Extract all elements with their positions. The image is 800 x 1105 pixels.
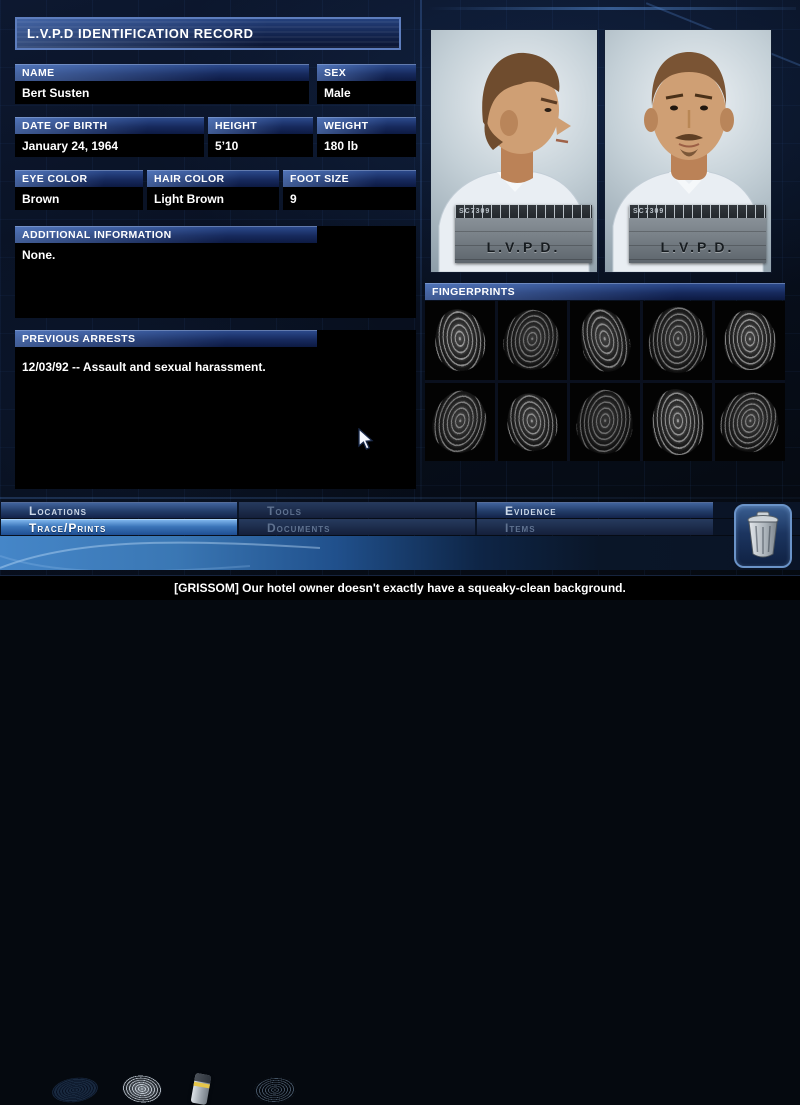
fingerprint-image: [427, 386, 493, 458]
eye-color-label: EYE COLOR: [15, 170, 143, 187]
tab-trace-prints[interactable]: Trace/Prints: [1, 519, 237, 535]
placard-ruler: SC7309: [629, 205, 766, 218]
additional-info-value: None.: [22, 248, 409, 262]
fingerprint-9: [643, 383, 713, 462]
eye-color-value: Brown: [15, 187, 143, 210]
fingerprint-image: [649, 387, 705, 456]
fingerprint-2: [498, 301, 568, 380]
evidence-item-fingerprint-faint[interactable]: [254, 1077, 296, 1103]
fingerprint-1: [425, 301, 495, 380]
mugshot-profile: SC7309 L.V.P.D.: [431, 30, 597, 272]
placard-ruler: SC7309: [455, 205, 592, 218]
evidence-tray: [0, 536, 800, 570]
name-value: Bert Susten: [15, 81, 309, 104]
tray-swoosh-decoration: [0, 536, 340, 570]
record-title: L.V.P.D IDENTIFICATION RECORD: [15, 17, 401, 50]
record-title-text: L.V.P.D IDENTIFICATION RECORD: [27, 26, 254, 41]
fingerprint-image: [715, 386, 785, 458]
evidence-item-lighter[interactable]: [193, 1074, 209, 1104]
fingerprint-image: [574, 387, 636, 457]
sex-value: Male: [317, 81, 416, 104]
fingerprint-image: [503, 389, 562, 455]
fingerprint-image: [723, 309, 777, 371]
fingerprint-4: [643, 301, 713, 380]
fingerprint-7: [498, 383, 568, 462]
previous-arrests-value: 12/03/92 -- Assault and sexual harassmen…: [22, 360, 409, 374]
mugshot-placard: SC7309 L.V.P.D.: [629, 205, 766, 263]
date-of-birth-label: DATE OF BIRTH: [15, 117, 204, 134]
foot-size-label: FOOT SIZE: [283, 170, 416, 187]
trash-can-icon: [739, 510, 787, 562]
tab-locations[interactable]: Locations: [1, 502, 237, 518]
mugshot-placard: SC7309 L.V.P.D.: [455, 205, 592, 263]
lighter-icon: [191, 1073, 212, 1105]
nav-row-2: Trace/Prints Documents Items: [0, 519, 800, 535]
fingerprint-grid: [425, 301, 785, 461]
fingerprint-light-icon: [121, 1073, 164, 1105]
additional-info-field: ADDITIONAL INFORMATION None.: [15, 226, 416, 318]
height-label: HEIGHT: [208, 117, 313, 134]
nav-row-1: Locations Tools Evidence: [0, 502, 800, 518]
placard-text: L.V.P.D.: [455, 239, 592, 255]
fingerprint-3: [570, 301, 640, 380]
previous-arrests-field: PREVIOUS ARRESTS 12/03/92 -- Assault and…: [15, 330, 416, 489]
evidence-item-fingerprint-smudge[interactable]: [52, 1078, 98, 1102]
fingerprint-image: [646, 305, 708, 375]
fingerprint-5: [715, 301, 785, 380]
date-of-birth-value: January 24, 1964: [15, 134, 204, 157]
hair-color-label: HAIR COLOR: [147, 170, 279, 187]
additional-info-label: ADDITIONAL INFORMATION: [15, 226, 317, 243]
evidence-item-fingerprint-light[interactable]: [122, 1075, 162, 1103]
fingerprint-faint-icon: [253, 1076, 297, 1105]
name-label: NAME: [15, 64, 309, 81]
placard-text: L.V.P.D.: [629, 239, 766, 255]
mugshot-front: SC7309 L.V.P.D.: [605, 30, 771, 272]
placard-serial: SC7309: [633, 208, 664, 215]
placard-serial: SC7309: [459, 208, 490, 215]
weight-label: WEIGHT: [317, 117, 416, 134]
fingerprints-label: FINGERPRINTS: [425, 283, 785, 300]
fingerprint-10: [715, 383, 785, 462]
fingerprint-smudge-icon: [51, 1075, 100, 1105]
weight-value: 180 lb: [317, 134, 416, 157]
hair-color-value: Light Brown: [147, 187, 279, 210]
fingerprint-image: [432, 307, 488, 374]
tab-documents[interactable]: Documents: [239, 519, 475, 535]
tab-items[interactable]: Items: [477, 519, 713, 535]
status-text: [GRISSOM] Our hotel owner doesn't exactl…: [174, 581, 626, 595]
previous-arrests-label: PREVIOUS ARRESTS: [15, 330, 317, 347]
sex-label: SEX: [317, 64, 416, 81]
tab-tools[interactable]: Tools: [239, 502, 475, 518]
fingerprint-image: [500, 306, 566, 375]
tab-evidence[interactable]: Evidence: [477, 502, 713, 518]
foot-size-value: 9: [283, 187, 416, 210]
trash-button[interactable]: [734, 504, 792, 568]
height-value: 5’10: [208, 134, 313, 157]
fingerprint-6: [425, 383, 495, 462]
status-bar: [GRISSOM] Our hotel owner doesn't exactl…: [0, 575, 800, 600]
fingerprint-image: [574, 303, 636, 377]
fingerprint-8: [570, 383, 640, 462]
